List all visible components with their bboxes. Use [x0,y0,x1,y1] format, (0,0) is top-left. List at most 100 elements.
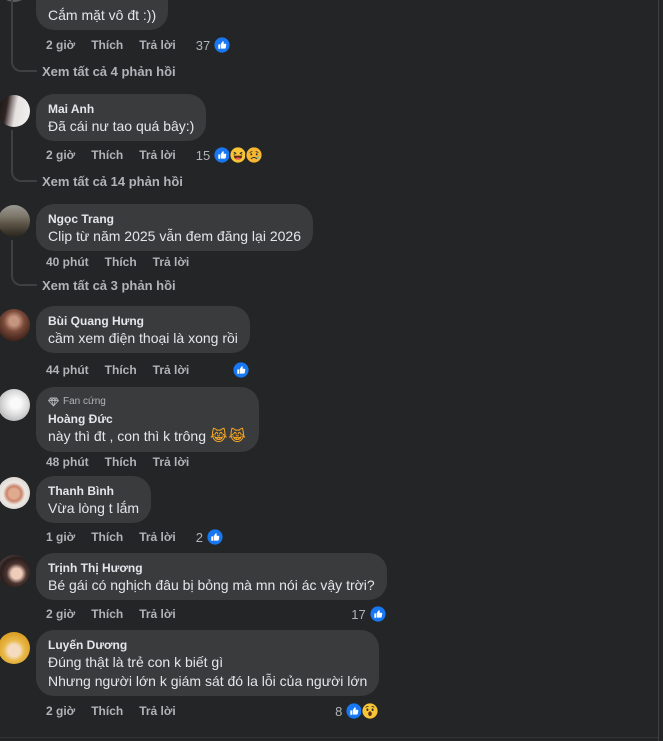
comment-time[interactable]: 2 giờ [46,38,75,52]
reply-button[interactable]: Trả lời [153,455,190,469]
reaction-icons [213,146,264,164]
commenter-name[interactable]: Thanh Bình [48,483,139,499]
comment: Luyến Dương Đúng thật là trẻ con k biết … [36,630,380,720]
like-button[interactable]: Thích [91,148,123,162]
comment-bubble: Ngọc Trang Clip từ năm 2025 vẫn đem đăng… [36,204,313,251]
like-button[interactable]: Thích [105,363,137,377]
reaction-summary[interactable]: 17 [347,605,387,623]
comment-time[interactable]: 48 phút [46,455,89,469]
fan-badge-label: Fan cứng [63,396,106,407]
like-icon [368,605,387,623]
diamond-icon [48,397,59,407]
commenter-name[interactable]: Hoàng Đức [48,411,247,427]
reaction-icons [213,36,232,54]
comment-text-line: Đúng thật là trẻ con k biết gì [48,654,224,670]
comment-bubble: Fan cứng Hoàng Đức này thì đt , con thì … [36,387,259,452]
avatar[interactable] [0,555,30,587]
comment: Mai Anh Đã cái nư tao quá bây:) 2 giờ Th… [36,94,264,164]
like-button[interactable]: Thích [91,530,123,544]
avatar[interactable] [0,477,30,509]
sad-icon [245,146,264,164]
comment-time[interactable]: 2 giờ [46,704,75,718]
comment-actions: 48 phút Thích Trả lời [36,454,259,470]
like-icon [213,36,232,54]
comment: Thanh Bình Vừa lòng t lắm 1 giờ Thích Tr… [36,476,224,546]
comment-actions: 2 giờ Thích Trả lời 37 [36,36,232,54]
comment-time[interactable]: 40 phút [46,255,89,269]
comment-text: này thì đt , con thì k trông 😹😹 [48,427,247,446]
reaction-summary[interactable] [228,361,250,379]
view-replies-link[interactable]: Xem tất cả 3 phản hồi [42,278,176,294]
commenter-name[interactable]: Trịnh Thị Hương [48,560,375,576]
comment-bubble: Luyến Dương Đúng thật là trẻ con k biết … [36,630,380,696]
comment-bubble: Mai Anh Đã cái nư tao quá bây:) [36,94,207,141]
reply-button[interactable]: Trả lời [139,704,176,718]
comment-text: Đã cái nư tao quá bây:) [48,118,195,134]
like-icon [231,361,250,379]
reaction-summary[interactable]: 2 [192,528,224,546]
comment-time[interactable]: 2 giờ [46,607,75,621]
reply-button[interactable]: Trả lời [139,530,176,544]
reply-button[interactable]: Trả lời [153,255,190,269]
thread-connector [11,240,37,286]
reply-button[interactable]: Trả lời [139,607,176,621]
reaction-count: 37 [195,37,211,53]
comment-text-body: này thì đt , con thì k trông [48,428,206,444]
like-button[interactable]: Thích [105,455,137,469]
avatar[interactable] [0,309,30,341]
comment-text: cầm xem điện thoại là xong rồi [48,330,238,346]
fan-badge: Fan cứng [48,393,247,411]
reply-button[interactable]: Trả lời [139,148,176,162]
comment: Ngọc Trang Clip từ năm 2025 vẫn đem đăng… [36,204,313,270]
like-button[interactable]: Thích [91,704,123,718]
comment-time[interactable]: 1 giờ [46,530,75,544]
commenter-name[interactable]: Ngọc Trang [48,211,301,227]
thread-connector [11,130,37,182]
avatar[interactable] [0,95,30,127]
comment-bubble: Thanh Bình Vừa lòng t lắm [36,476,152,523]
view-replies-link[interactable]: Xem tất cả 14 phản hồi [42,174,183,190]
reaction-icons [205,528,224,546]
comment: Trịnh Thị Hương Bé gái có nghịch đâu bị … [36,553,387,623]
reaction-summary[interactable]: 37 [192,36,232,54]
commenter-name[interactable]: Luyến Dương [48,637,367,653]
reply-button[interactable]: Trả lời [153,363,190,377]
reaction-icons [345,702,380,720]
scroll-edge-divider [658,0,659,741]
reaction-summary[interactable]: 15 [192,146,264,164]
comment-bubble: Cắm mặt vô đt :)) [36,0,169,30]
comment-text: Clip từ năm 2025 vẫn đem đăng lại 2026 [48,228,301,244]
avatar[interactable] [0,205,30,237]
comment-actions: 2 giờ Thích Trả lời 8 [36,702,380,720]
like-button[interactable]: Thích [91,38,123,52]
avatar[interactable] [0,389,30,421]
comment: Fan cứng Hoàng Đức này thì đt , con thì … [36,387,259,470]
like-button[interactable]: Thích [91,607,123,621]
comment-text: Cắm mặt vô đt :)) [48,7,157,23]
wow-icon [361,702,380,720]
reaction-count: 15 [195,147,211,163]
comment: Bùi Quang Hưng cầm xem điện thoại là xon… [36,306,250,379]
comment-bubble: Bùi Quang Hưng cầm xem điện thoại là xon… [36,306,250,353]
comment-actions: 2 giờ Thích Trả lời 15 [36,146,264,164]
comment-time[interactable]: 2 giờ [46,148,75,162]
bottom-divider [0,737,658,738]
commenter-name[interactable]: Mai Anh [48,101,194,117]
comment-text-line: Nhưng người lớn k giám sát đó la lỗi của… [48,673,368,689]
commenter-name[interactable]: Bùi Quang Hưng [48,313,238,329]
comment-actions: 44 phút Thích Trả lời [36,361,250,379]
like-button[interactable]: Thích [105,255,137,269]
reaction-icons [231,361,250,379]
comment: Cắm mặt vô đt :)) 2 giờ Thích Trả lời 37 [36,0,232,54]
reaction-summary[interactable]: 8 [331,702,380,720]
emoji: 😹😹 [209,427,247,445]
comment-time[interactable]: 44 phút [46,363,89,377]
comment-actions: 40 phút Thích Trả lời [36,254,313,270]
like-icon [205,528,224,546]
avatar[interactable] [0,632,30,664]
reply-button[interactable]: Trả lời [139,38,176,52]
comment-bubble: Trịnh Thị Hương Bé gái có nghịch đâu bị … [36,553,387,600]
reaction-count: 8 [335,703,343,719]
view-replies-link[interactable]: Xem tất cả 4 phản hồi [42,64,176,80]
reaction-icons [368,605,387,623]
